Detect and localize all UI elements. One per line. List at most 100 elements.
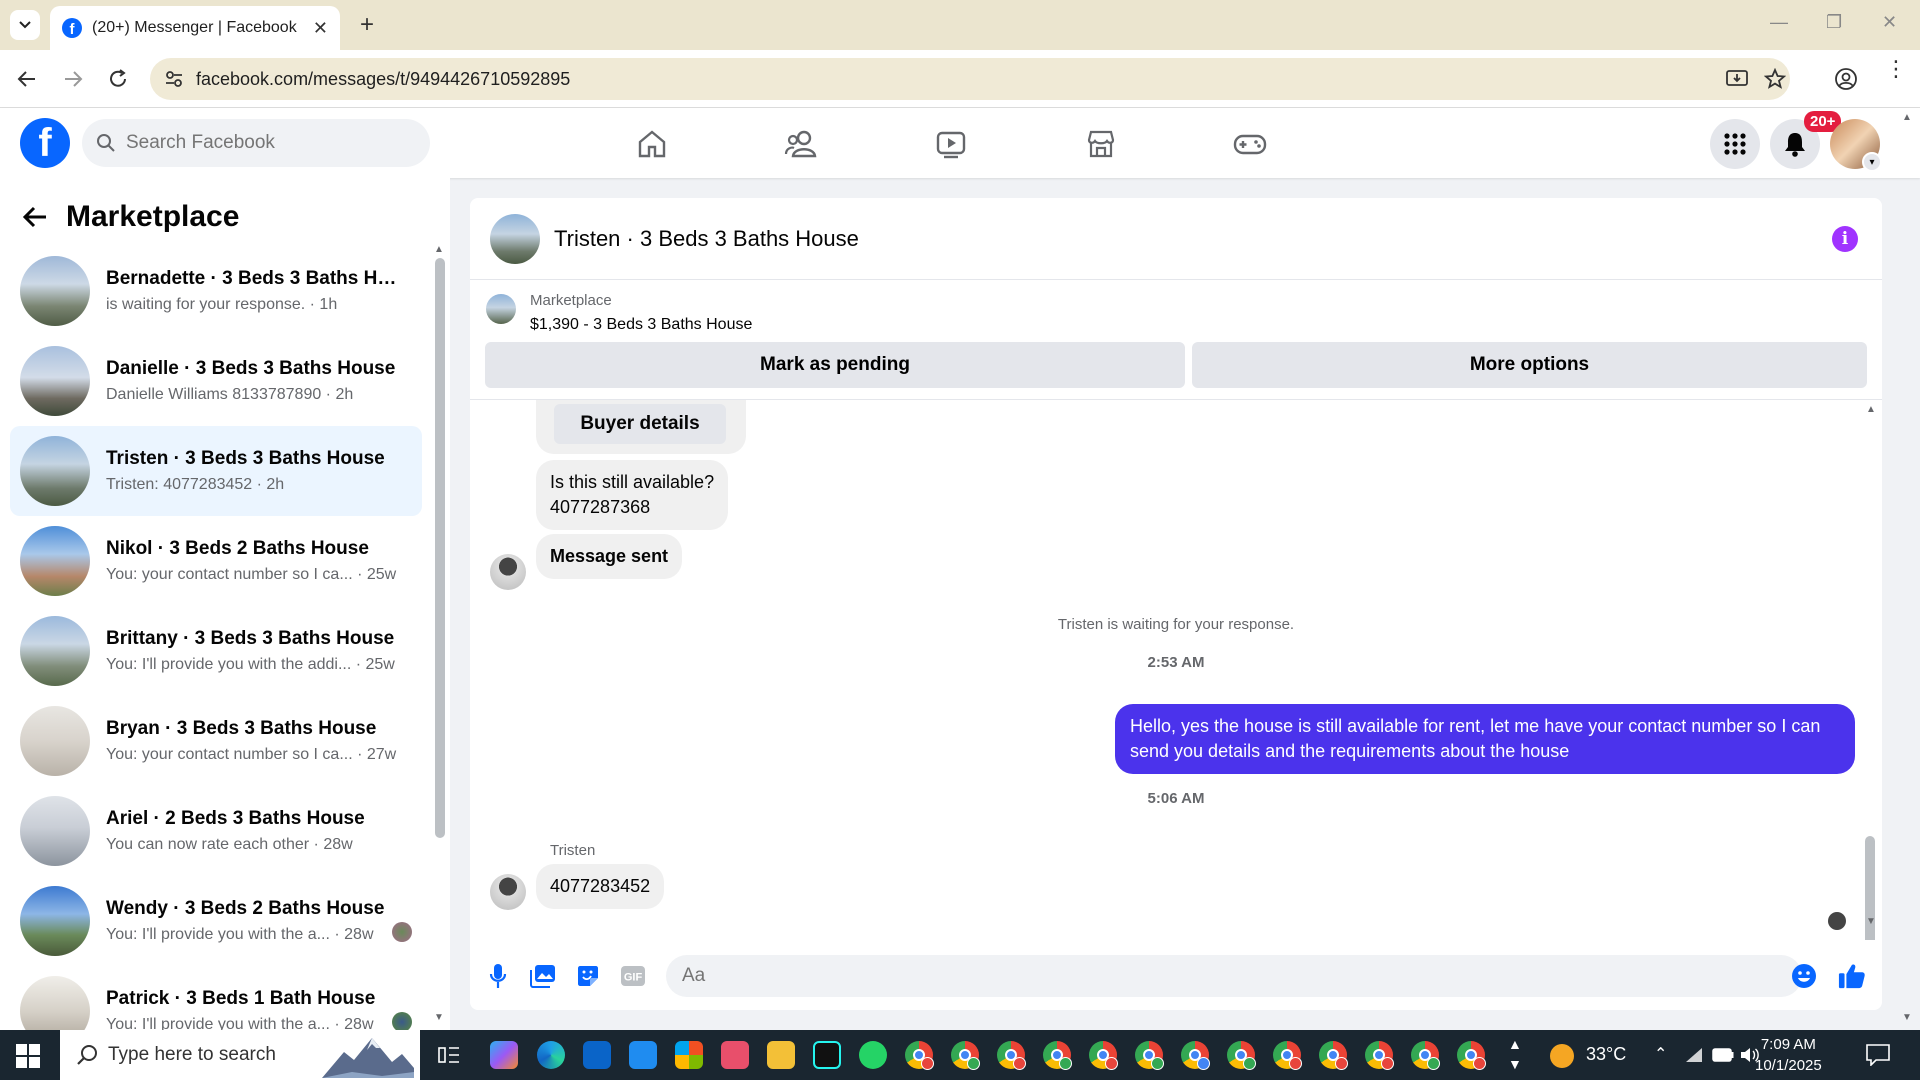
nav-home[interactable] (634, 126, 670, 162)
conversation-item[interactable]: Ariel · 2 Beds 3 Baths House You can now … (10, 786, 422, 876)
nav-gaming[interactable] (1232, 126, 1268, 162)
chat-title[interactable]: Tristen · 3 Beds 3 Baths House (554, 226, 859, 252)
conversation-item[interactable]: Nikol · 3 Beds 2 Baths House You: your co… (10, 516, 422, 606)
page-scroll-up-icon[interactable]: ▲ (1902, 112, 1912, 123)
scroll-up-icon[interactable]: ▲ (434, 244, 444, 255)
forward-button[interactable] (58, 64, 88, 94)
file-explorer-icon[interactable] (767, 1041, 795, 1069)
back-button[interactable] (12, 64, 42, 94)
sender-avatar[interactable] (490, 554, 526, 590)
chrome-icon[interactable] (1411, 1041, 1440, 1070)
weather-temp[interactable]: 33°C (1586, 1044, 1626, 1065)
list-title: Marketplace (66, 200, 240, 233)
whiteboard-icon[interactable] (629, 1041, 657, 1069)
wifi-icon[interactable] (1684, 1046, 1704, 1064)
chrome-icon[interactable] (905, 1041, 934, 1070)
message-bubble[interactable]: 4077283452 (536, 864, 665, 909)
store-icon[interactable] (675, 1041, 703, 1069)
search-input[interactable] (126, 132, 416, 154)
chat-avatar[interactable] (490, 213, 540, 264)
close-window-icon[interactable]: ✕ (1882, 12, 1897, 33)
chrome-icon[interactable] (1181, 1041, 1210, 1070)
chrome-icon[interactable] (997, 1041, 1026, 1070)
nav-marketplace[interactable] (1083, 126, 1119, 162)
voice-clip-icon[interactable] (484, 962, 512, 990)
menu-button[interactable] (1710, 119, 1760, 169)
emoji-icon[interactable] (1790, 962, 1818, 990)
site-settings-icon[interactable] (164, 69, 184, 89)
tab-search-dropdown[interactable] (10, 10, 40, 40)
weather-sun-icon[interactable] (1550, 1044, 1574, 1068)
minimize-icon[interactable]: — (1770, 12, 1788, 33)
page-scroll-down-icon[interactable]: ▼ (1902, 1012, 1912, 1023)
outgoing-message-bubble[interactable]: Hello, yes the house is still available … (1115, 704, 1855, 774)
snipping-tool-icon[interactable] (721, 1041, 749, 1069)
sender-avatar[interactable] (490, 874, 526, 910)
message-bubble[interactable]: Message sent (536, 534, 683, 579)
outlook-icon[interactable] (583, 1041, 611, 1069)
bookmark-star-icon[interactable] (1764, 68, 1786, 90)
conversation-item[interactable]: Danielle · 3 Beds 3 Baths House Danielle … (10, 336, 422, 426)
taskbar-search[interactable]: Type here to search (60, 1030, 420, 1080)
edge-icon[interactable] (537, 1041, 565, 1069)
mark-as-pending-button[interactable]: Mark as pending (485, 342, 1185, 388)
windows-start-icon[interactable] (16, 1044, 40, 1068)
chrome-icon[interactable] (1319, 1041, 1348, 1070)
browser-menu-icon[interactable]: ⋮ (1885, 58, 1907, 80)
restore-icon[interactable]: ❐ (1826, 12, 1842, 33)
taskbar-overflow-icon[interactable]: ▲ ▼ (1508, 1034, 1522, 1074)
back-arrow-icon[interactable] (22, 205, 48, 229)
browser-tab[interactable]: f (20+) Messenger | Facebook ✕ (50, 6, 340, 50)
chrome-icon[interactable] (1043, 1041, 1072, 1070)
notification-center-icon[interactable] (1866, 1044, 1890, 1066)
conversation-item[interactable]: Brittany · 3 Beds 3 Baths House You: I'll… (10, 606, 422, 696)
scroll-down-icon[interactable]: ▼ (1866, 916, 1876, 927)
nav-video[interactable] (933, 126, 969, 162)
chat-header: Tristen · 3 Beds 3 Baths House i (470, 198, 1882, 280)
nav-friends[interactable] (783, 126, 819, 162)
gif-icon[interactable]: GIF (619, 962, 647, 990)
facebook-logo-icon[interactable]: f (20, 118, 70, 168)
chrome-icon[interactable] (1227, 1041, 1256, 1070)
listing-price[interactable]: $1,390 - 3 Beds 3 Baths House (530, 316, 752, 334)
chrome-icon[interactable] (1365, 1041, 1394, 1070)
facebook-search[interactable] (82, 119, 430, 167)
conversation-preview: is waiting for your response. · 1h (106, 296, 338, 313)
scroll-down-icon[interactable]: ▼ (434, 1012, 444, 1023)
sticker-icon[interactable] (574, 962, 602, 990)
chrome-icon[interactable] (1089, 1041, 1118, 1070)
thumbs-up-icon[interactable] (1838, 962, 1866, 990)
scroll-up-icon[interactable]: ▲ (1866, 404, 1876, 415)
taskbar-clock[interactable]: 7:09 AM 10/1/2025 (1755, 1034, 1822, 1076)
chrome-icon[interactable] (1273, 1041, 1302, 1070)
reload-button[interactable] (103, 64, 133, 94)
tab-close-icon[interactable]: ✕ (313, 18, 328, 39)
chrome-icon[interactable] (1457, 1041, 1486, 1070)
tray-chevron-up-icon[interactable]: ⌃ (1654, 1044, 1667, 1064)
photo-icon[interactable] (529, 962, 557, 990)
copilot-icon[interactable] (490, 1041, 518, 1069)
chrome-icon[interactable] (951, 1041, 980, 1070)
conversation-item[interactable]: Bernadette · 3 Beds 3 Baths Hou... is wai… (10, 246, 422, 336)
new-tab-button[interactable]: + (352, 10, 382, 40)
task-view-icon[interactable] (437, 1043, 461, 1067)
battery-icon[interactable] (1712, 1048, 1734, 1062)
message-bubble[interactable]: Is this still available? 4077287368 (536, 460, 729, 530)
info-icon[interactable]: i (1832, 226, 1858, 252)
conversation-item[interactable]: Tristen · 3 Beds 3 Baths House Tristen: 4… (10, 426, 422, 516)
whatsapp-icon[interactable] (859, 1041, 887, 1069)
buyer-details-button[interactable]: Buyer details (554, 404, 726, 444)
install-app-icon[interactable] (1726, 69, 1748, 89)
chevron-down-icon[interactable]: ▾ (1862, 152, 1882, 172)
message-input[interactable] (666, 955, 1802, 997)
tiktok-icon[interactable] (813, 1041, 841, 1069)
address-bar[interactable]: facebook.com/messages/t/9494426710592895 (150, 58, 1790, 100)
profile-icon[interactable] (1834, 67, 1858, 91)
clock-time: 7:09 AM (1760, 1036, 1816, 1053)
conversation-item[interactable]: Bryan · 3 Beds 3 Baths House You: your co… (10, 696, 422, 786)
conversation-item[interactable]: Wendy · 3 Beds 2 Baths House You: I'll pr… (10, 876, 422, 966)
more-options-button[interactable]: More options (1192, 342, 1867, 388)
listing-thumbnail[interactable] (486, 294, 516, 324)
list-scrollbar[interactable] (435, 258, 445, 838)
chrome-icon[interactable] (1135, 1041, 1164, 1070)
